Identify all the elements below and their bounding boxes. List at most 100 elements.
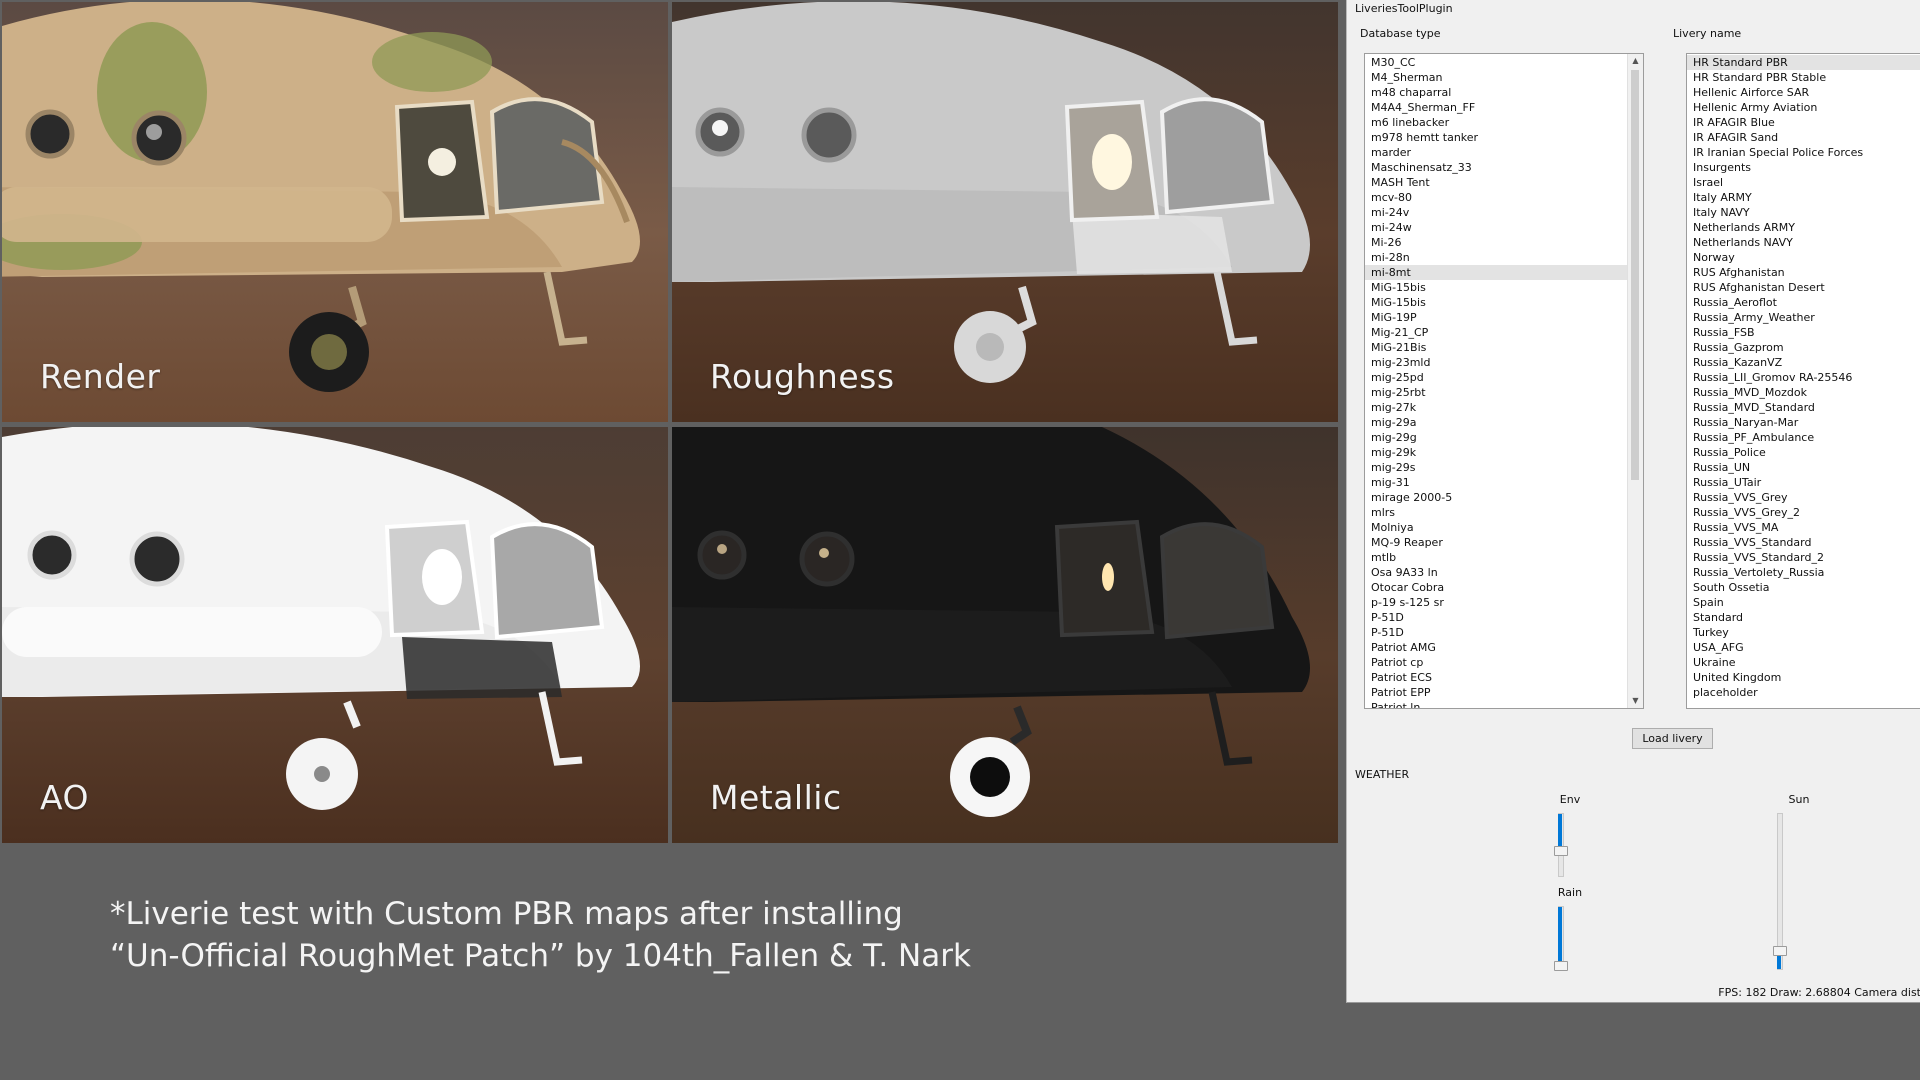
database-list-item[interactable]: Mi-26 — [1365, 235, 1643, 250]
database-list-item[interactable]: mig-29k — [1365, 445, 1643, 460]
livery-list-item[interactable]: HR Standard PBR — [1687, 55, 1920, 70]
database-list-item[interactable]: MiG-19P — [1365, 310, 1643, 325]
livery-list-item[interactable]: RUS Afghanistan — [1687, 265, 1920, 280]
database-list-item[interactable]: M4_Sherman — [1365, 70, 1643, 85]
livery-list-item[interactable]: Russia_VVS_Grey — [1687, 490, 1920, 505]
livery-list-item[interactable]: Russia_VVS_Standard — [1687, 535, 1920, 550]
database-list-item[interactable]: Patriot cp — [1365, 655, 1643, 670]
livery-list-item[interactable]: Russia_UN — [1687, 460, 1920, 475]
livery-list-item[interactable]: Russia_FSB — [1687, 325, 1920, 340]
database-list-item[interactable]: Mig-21_CP — [1365, 325, 1643, 340]
livery-list-item[interactable]: Russia_VVS_Grey_2 — [1687, 505, 1920, 520]
livery-list-item[interactable]: Russia_VVS_MA — [1687, 520, 1920, 535]
livery-list-item[interactable]: Israel — [1687, 175, 1920, 190]
livery-list-item[interactable]: United Kingdom — [1687, 670, 1920, 685]
database-list-item[interactable]: mcv-80 — [1365, 190, 1643, 205]
database-list-item[interactable]: mig-25rbt — [1365, 385, 1643, 400]
livery-list-item[interactable]: Russia_PF_Ambulance — [1687, 430, 1920, 445]
database-list-item[interactable]: mig-23mld — [1365, 355, 1643, 370]
database-list-item[interactable]: MiG-15bis — [1365, 295, 1643, 310]
livery-list-item[interactable]: Standard — [1687, 610, 1920, 625]
livery-list-item[interactable]: Italy ARMY — [1687, 190, 1920, 205]
database-list-item[interactable]: Otocar Cobra — [1365, 580, 1643, 595]
livery-list-item[interactable]: Hellenic Army Aviation — [1687, 100, 1920, 115]
database-list-item[interactable]: mi-28n — [1365, 250, 1643, 265]
livery-list-item[interactable]: IR AFAGIR Sand — [1687, 130, 1920, 145]
database-list-item[interactable]: MQ-9 Reaper — [1365, 535, 1643, 550]
database-list-item[interactable]: mirage 2000-5 — [1365, 490, 1643, 505]
livery-list-item[interactable]: Netherlands ARMY — [1687, 220, 1920, 235]
livery-list-item[interactable]: Russia_Aeroflot — [1687, 295, 1920, 310]
env-slider-handle[interactable] — [1554, 846, 1568, 856]
database-list-item[interactable]: mtlb — [1365, 550, 1643, 565]
database-list-item[interactable]: mi-8mt — [1365, 265, 1643, 280]
sun-slider[interactable] — [1773, 813, 1787, 970]
database-list-item[interactable]: Patriot ECS — [1365, 670, 1643, 685]
database-list-item[interactable]: mlrs — [1365, 505, 1643, 520]
livery-list-item[interactable]: Russia_MVD_Mozdok — [1687, 385, 1920, 400]
database-list-item[interactable]: m6 linebacker — [1365, 115, 1643, 130]
database-list-item[interactable]: mi-24v — [1365, 205, 1643, 220]
livery-list-item[interactable]: Spain — [1687, 595, 1920, 610]
database-list-item[interactable]: MiG-15bis — [1365, 280, 1643, 295]
livery-list-item[interactable]: Russia_Gazprom — [1687, 340, 1920, 355]
rain-slider[interactable] — [1554, 906, 1568, 971]
database-list-item[interactable]: m48 chaparral — [1365, 85, 1643, 100]
livery-list-item[interactable]: Russia_Army_Weather — [1687, 310, 1920, 325]
database-list-item[interactable]: mig-31 — [1365, 475, 1643, 490]
livery-list-item[interactable]: USA_AFG — [1687, 640, 1920, 655]
livery-list-item[interactable]: Russia_Naryan-Mar — [1687, 415, 1920, 430]
livery-list-item[interactable]: Russia_UTair — [1687, 475, 1920, 490]
rain-slider-handle[interactable] — [1554, 961, 1568, 971]
database-list-item[interactable]: Maschinensatz_33 — [1365, 160, 1643, 175]
livery-list-item[interactable]: Russia_MVD_Standard — [1687, 400, 1920, 415]
livery-list-item[interactable]: Russia_VVS_Standard_2 — [1687, 550, 1920, 565]
roughness-viewport[interactable]: Roughness — [672, 2, 1338, 422]
database-list-item[interactable]: m978 hemtt tanker — [1365, 130, 1643, 145]
database-list-item[interactable]: mig-29s — [1365, 460, 1643, 475]
database-list-item[interactable]: mi-24w — [1365, 220, 1643, 235]
livery-list-item[interactable]: Russia_LII_Gromov RA-25546 — [1687, 370, 1920, 385]
livery-list-item[interactable]: IR AFAGIR Blue — [1687, 115, 1920, 130]
database-type-list[interactable]: M30_CC M4_Sherman m48 chaparral M4A4_Sherma… — [1364, 53, 1644, 709]
render-viewport[interactable]: Render — [2, 2, 668, 422]
database-list-item[interactable]: mig-27k — [1365, 400, 1643, 415]
livery-list-item[interactable]: RUS Afghanistan Desert — [1687, 280, 1920, 295]
load-livery-button[interactable]: Load livery — [1632, 728, 1713, 749]
livery-list-item[interactable]: Russia_KazanVZ — [1687, 355, 1920, 370]
livery-list-item[interactable]: South Ossetia — [1687, 580, 1920, 595]
database-list-item[interactable]: mig-25pd — [1365, 370, 1643, 385]
database-list-item[interactable]: mig-29g — [1365, 430, 1643, 445]
database-scrollbar[interactable]: ▲ ▼ — [1627, 54, 1643, 708]
database-list-item[interactable]: M4A4_Sherman_FF — [1365, 100, 1643, 115]
database-list-item[interactable]: Osa 9A33 ln — [1365, 565, 1643, 580]
database-list-item[interactable]: p-19 s-125 sr — [1365, 595, 1643, 610]
livery-list-item[interactable]: Russia_Vertolety_Russia — [1687, 565, 1920, 580]
livery-list-item[interactable]: placeholder — [1687, 685, 1920, 700]
livery-name-list[interactable]: HR Standard PBR HR Standard PBR Stable Hel… — [1686, 53, 1920, 709]
scroll-down-arrow-icon[interactable]: ▼ — [1628, 694, 1643, 708]
database-list-item[interactable]: Patriot EPP — [1365, 685, 1643, 700]
database-list-item[interactable]: Molniya — [1365, 520, 1643, 535]
livery-list-item[interactable]: Netherlands NAVY — [1687, 235, 1920, 250]
livery-list-item[interactable]: IR Iranian Special Police Forces — [1687, 145, 1920, 160]
database-list-item[interactable]: Patriot AMG — [1365, 640, 1643, 655]
metallic-viewport[interactable]: Metallic — [672, 427, 1338, 843]
database-list-item[interactable]: MiG-21Bis — [1365, 340, 1643, 355]
database-list-item[interactable]: Patriot ln — [1365, 700, 1643, 708]
livery-list-item[interactable]: Italy NAVY — [1687, 205, 1920, 220]
sun-slider-handle[interactable] — [1773, 946, 1787, 956]
livery-list-item[interactable]: Ukraine — [1687, 655, 1920, 670]
livery-list-item[interactable]: HR Standard PBR Stable — [1687, 70, 1920, 85]
scroll-thumb[interactable] — [1631, 70, 1639, 480]
database-list-item[interactable]: marder — [1365, 145, 1643, 160]
env-slider[interactable] — [1554, 813, 1568, 877]
livery-list-item[interactable]: Norway — [1687, 250, 1920, 265]
database-list-item[interactable]: mig-29a — [1365, 415, 1643, 430]
database-list-item[interactable]: MASH Tent — [1365, 175, 1643, 190]
livery-list-item[interactable]: Russia_Police — [1687, 445, 1920, 460]
database-list-item[interactable]: P-51D — [1365, 625, 1643, 640]
database-list-item[interactable]: P-51D — [1365, 610, 1643, 625]
database-list-item[interactable]: M30_CC — [1365, 55, 1643, 70]
livery-list-item[interactable]: Insurgents — [1687, 160, 1920, 175]
